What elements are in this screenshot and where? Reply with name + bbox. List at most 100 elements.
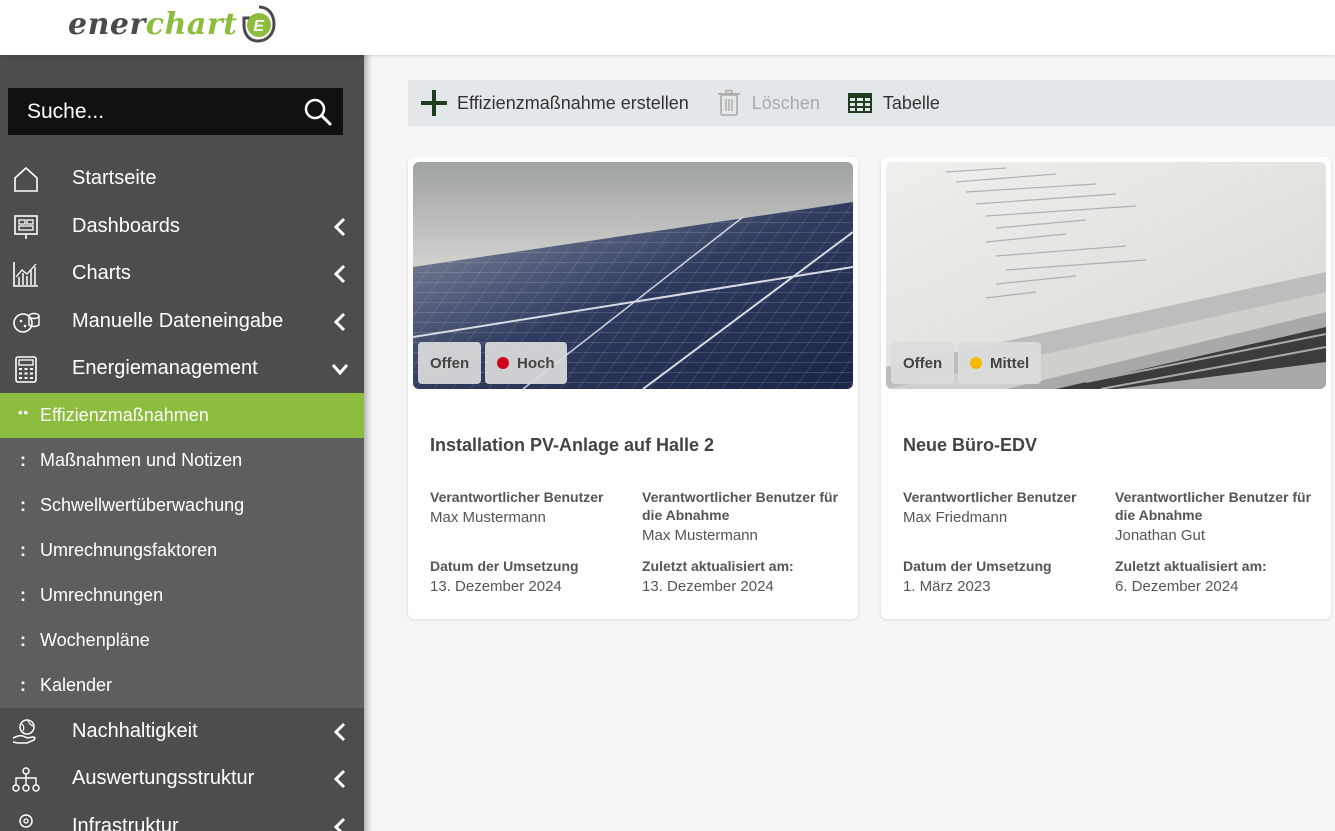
search-box (8, 88, 343, 135)
create-label: Effizienzmaßnahme erstellen (457, 92, 689, 113)
nav-label: Nachhaltigkeit (72, 719, 198, 742)
date-label: Datum der Umsetzung (903, 558, 1052, 574)
responsible-value: Max Friedmann (903, 509, 1008, 526)
bullet-marker: : (20, 449, 27, 470)
approval-label: Verantwortlicher Benutzer für die Abnahm… (1115, 489, 1312, 523)
delete-label: Löschen (751, 92, 820, 113)
sub-item-label: Maßnahmen und Notizen (40, 449, 243, 470)
priority-badge: Mittel (958, 342, 1042, 384)
table-label: Tabelle (882, 92, 940, 113)
measure-card[interactable]: Offen Hoch Installation PV-Anlage auf Ha… (408, 157, 858, 619)
logo-badge-icon: E (242, 5, 276, 43)
plus-icon (421, 90, 447, 116)
create-efficiency-measure-button[interactable]: Effizienzmaßnahme erstellen (420, 89, 689, 117)
sub-item-umrechnungen[interactable]: : Umrechnungen (0, 573, 364, 618)
sub-item-label: Kalender (40, 674, 113, 695)
status-text: Offen (903, 354, 943, 372)
trash-icon (717, 89, 740, 116)
nav-label: Charts (72, 262, 131, 285)
logo-text-ener: ener (68, 6, 146, 42)
logo-text-chart: chart (145, 6, 238, 42)
bullet-marker: : (20, 674, 27, 695)
priority-text: Mittel (990, 354, 1030, 372)
priority-text: Hoch (517, 354, 555, 372)
table-icon (847, 93, 872, 113)
approval-value: Jonathan Gut (1115, 527, 1206, 544)
sub-item-massnahmen-und-notizen[interactable]: : Maßnahmen und Notizen (0, 438, 364, 483)
table-view-button[interactable]: Tabelle (846, 89, 940, 117)
date-field: Datum der Umsetzung 13. Dezember 2024 (430, 557, 620, 596)
calculator-icon (15, 356, 37, 383)
card-title[interactable]: Installation PV-Anlage auf Halle 2 (430, 435, 714, 456)
nav-item-startseite[interactable]: Startseite (0, 155, 364, 203)
data-entry-icon (13, 312, 40, 333)
nav-label: Auswertungsstruktur (72, 767, 255, 790)
sidebar-shadow (364, 55, 372, 831)
globe-hand-icon (12, 718, 36, 744)
main-nav: Startseite Dashboards Charts Manuelle Da… (0, 155, 364, 831)
logo-badge-letter: E (254, 18, 266, 35)
dashboard-icon (14, 214, 38, 239)
nav-label: Manuelle Dateneingabe (72, 309, 284, 332)
sub-item-label: Umrechnungen (40, 584, 164, 605)
priority-dot-icon (497, 357, 509, 369)
responsible-label: Verantwortlicher Benutzer (903, 489, 1077, 505)
updated-field: Zuletzt aktualisiert am: 6. Dezember 202… (1115, 557, 1315, 596)
chevron-left-icon[interactable] (332, 216, 348, 238)
search-icon[interactable] (303, 97, 333, 127)
nav-label: Dashboards (72, 214, 180, 237)
enerchart-logo[interactable]: ener chart E (68, 2, 277, 46)
home-icon (14, 166, 38, 192)
approval-field: Verantwortlicher Benutzer für die Abnahm… (642, 488, 842, 545)
delete-button[interactable]: Löschen (715, 89, 820, 117)
sub-item-effizienzmassnahmen[interactable]: •• Effizienzmaßnahmen (0, 392, 364, 438)
nav-item-manuelle-dateneingabe[interactable]: Manuelle Dateneingabe (0, 298, 364, 346)
nav-item-dashboards[interactable]: Dashboards (0, 203, 364, 251)
responsible-field: Verantwortlicher Benutzer Max Mustermann (430, 488, 620, 527)
nav-item-auswertungsstruktur[interactable]: Auswertungsstruktur (0, 755, 364, 803)
chart-icon (13, 262, 38, 287)
measure-card[interactable]: Offen Mittel Neue Büro-EDV Verantwortlic… (881, 157, 1331, 619)
status-badge: Offen (891, 342, 955, 384)
nav-label: Energiemanagement (72, 357, 258, 380)
sub-item-wochenplaene[interactable]: : Wochenpläne (0, 618, 364, 663)
updated-value: 13. Dezember 2024 (642, 578, 774, 595)
card-title[interactable]: Neue Büro-EDV (903, 435, 1037, 456)
nav-label: Infrastruktur (72, 814, 179, 831)
top-bar: ener chart E (0, 0, 1335, 55)
nav-item-nachhaltigkeit[interactable]: Nachhaltigkeit (0, 708, 364, 756)
approval-value: Max Mustermann (642, 527, 758, 544)
responsible-label: Verantwortlicher Benutzer (430, 489, 604, 505)
sub-item-kalender[interactable]: : Kalender (0, 663, 364, 708)
responsible-value: Max Mustermann (430, 509, 546, 526)
bullet-marker: : (20, 629, 27, 650)
status-badge: Offen (418, 342, 482, 384)
approval-field: Verantwortlicher Benutzer für die Abnahm… (1115, 488, 1315, 545)
infrastructure-icon (19, 813, 33, 831)
status-text: Offen (430, 354, 470, 372)
sub-item-label: Wochenpläne (40, 629, 150, 650)
energiemanagement-submenu: •• Effizienzmaßnahmen : Maßnahmen und No… (0, 392, 364, 708)
chevron-left-icon[interactable] (332, 263, 348, 285)
chevron-left-icon[interactable] (332, 768, 348, 790)
chevron-down-icon[interactable] (329, 358, 351, 380)
nav-item-charts[interactable]: Charts (0, 250, 364, 298)
sub-item-label: Schwellwertüberwachung (40, 494, 245, 515)
hierarchy-icon (12, 767, 40, 792)
toolbar: Effizienzmaßnahme erstellen Löschen Tabe… (408, 80, 1335, 126)
chevron-left-icon[interactable] (332, 721, 348, 743)
sub-item-umrechnungsfaktoren[interactable]: : Umrechnungsfaktoren (0, 528, 364, 573)
sub-item-schwellwertueberwachung[interactable]: : Schwellwertüberwachung (0, 483, 364, 528)
date-label: Datum der Umsetzung (430, 558, 579, 574)
chevron-left-icon[interactable] (332, 816, 348, 831)
bullet-marker: : (20, 494, 27, 515)
nav-item-energiemanagement[interactable]: Energiemanagement (0, 345, 364, 393)
bullet-marker: : (20, 584, 27, 605)
updated-value: 6. Dezember 2024 (1115, 578, 1239, 595)
search-input[interactable] (27, 99, 297, 124)
nav-item-infrastruktur[interactable]: Infrastruktur (0, 803, 364, 831)
sidebar: Startseite Dashboards Charts Manuelle Da… (0, 55, 364, 831)
date-value: 13. Dezember 2024 (430, 578, 562, 595)
updated-field: Zuletzt aktualisiert am: 13. Dezember 20… (642, 557, 842, 596)
chevron-left-icon[interactable] (332, 311, 348, 333)
